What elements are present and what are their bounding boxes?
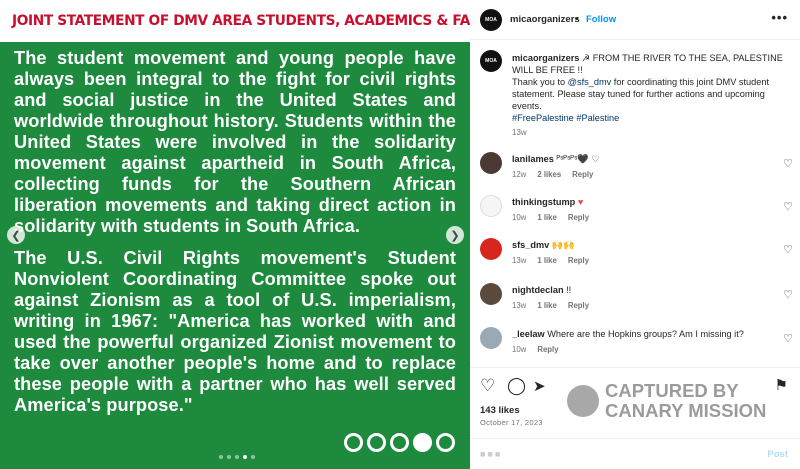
reply-button[interactable]: Reply (568, 301, 589, 310)
carousel-dot (219, 455, 223, 459)
avatar[interactable]: MOA (480, 9, 502, 31)
caption-username[interactable]: micaorganizers (512, 53, 579, 63)
header-separator: • (575, 14, 579, 25)
avatar[interactable] (480, 327, 502, 349)
comment-likes[interactable]: 1 like (537, 213, 557, 222)
slide-circle (344, 433, 363, 452)
comment-meta: 13w 1 like Reply (512, 256, 600, 265)
banner-title: JOINT STATEMENT OF DMV AREA STUDENTS, AC… (12, 12, 470, 29)
comment-body: lanilames ᴾˢᴾˢᴾˢ🖤 ♡ (512, 154, 600, 165)
watermark-line-2: CANARY MISSION (605, 400, 767, 421)
carousel-dots (219, 455, 255, 459)
statement-paragraph-1: The student movement and young people ha… (14, 48, 456, 236)
carousel-next-button[interactable]: ❯ (446, 226, 464, 244)
comment-body: nightdeclan !! (512, 285, 571, 295)
comment-time: 10w (512, 213, 527, 222)
comment: lanilames ᴾˢᴾˢᴾˢ🖤 ♡ 12w 2 likes Reply ♡ (480, 152, 795, 186)
caption-timestamp: 13w (512, 128, 527, 137)
carousel-dot (235, 455, 239, 459)
emoji-icon[interactable]: ■■■ (480, 449, 502, 459)
comment-time: 12w (512, 170, 527, 179)
header-username[interactable]: micaorganizers (510, 14, 580, 25)
comment-meta: 10w 1 like Reply (512, 213, 600, 222)
comment-time: 10w (512, 345, 527, 354)
post-header: MOA micaorganizers • Follow ••• (470, 0, 800, 40)
avatar[interactable] (480, 195, 502, 217)
follow-button[interactable]: Follow (586, 14, 616, 25)
canary-bird-icon (567, 385, 599, 417)
comment-likes[interactable]: 1 like (537, 301, 557, 310)
avatar[interactable] (480, 283, 502, 305)
carousel-dot-active (243, 455, 247, 459)
comment-time: 13w (512, 256, 527, 265)
watermark-line-1: CAPTURED BY (605, 380, 739, 401)
caption-line-2-prefix: Thank you to (512, 77, 568, 87)
comment: thinkingstump ♥ 10w 1 like Reply ♡ (480, 195, 795, 229)
comment-body: thinkingstump ♥ (512, 197, 583, 207)
likes-count[interactable]: 143 likes (480, 405, 520, 416)
comment-text: 🙌🙌 (551, 240, 575, 250)
avatar[interactable] (480, 152, 502, 174)
more-options-icon[interactable]: ••• (771, 10, 788, 25)
slide-circle (390, 433, 409, 452)
comment-icon[interactable]: ◯ (507, 376, 526, 396)
comment-username[interactable]: nightdeclan (512, 285, 564, 295)
caption-text: micaorganizers ☭ FROM THE RIVER TO THE S… (512, 52, 792, 124)
comment-text: !! (566, 285, 572, 295)
comment-meta: 10w Reply (512, 345, 570, 354)
heart-icon[interactable]: ♡ (783, 243, 793, 256)
carousel-dot (251, 455, 255, 459)
comment-username[interactable]: lanilames (512, 154, 554, 164)
comment-time: 13w (512, 301, 527, 310)
comment-likes[interactable]: 2 likes (537, 170, 561, 179)
share-icon[interactable]: ➤ (533, 377, 546, 395)
avatar-text: MOA (485, 57, 497, 64)
comment-username[interactable]: sfs_dmv (512, 240, 549, 250)
slide-circle-active (413, 433, 432, 452)
comment: nightdeclan !! 13w 1 like Reply ♡ (480, 283, 795, 317)
chevron-left-icon: ❮ (11, 229, 21, 242)
heart-icon[interactable]: ♡ (783, 332, 793, 345)
statement-paragraph-2: The U.S. Civil Rights movement's Student… (14, 248, 456, 415)
comment-text: ♥ (577, 197, 584, 207)
carousel-dot (227, 455, 231, 459)
comment: sfs_dmv 🙌🙌 13w 1 like Reply ♡ (480, 238, 795, 272)
slide-circle (367, 433, 386, 452)
caption-mention-link[interactable]: @sfs_dmv (568, 77, 612, 87)
heart-icon[interactable]: ♡ (783, 200, 793, 213)
watermark: CAPTURED BY CANARY MISSION (567, 381, 787, 421)
comment: _leelaw Where are the Hopkins groups? Am… (480, 327, 795, 361)
comment-meta: 12w 2 likes Reply (512, 170, 604, 179)
add-comment-row: ■■■ Post (470, 438, 800, 469)
reply-button[interactable]: Reply (572, 170, 593, 179)
heart-icon[interactable]: ♡ (480, 376, 495, 396)
heart-icon[interactable]: ♡ (783, 157, 793, 170)
post-image: JOINT STATEMENT OF DMV AREA STUDENTS, AC… (0, 0, 470, 469)
comment-username[interactable]: thinkingstump (512, 197, 575, 207)
post-comment-button[interactable]: Post (767, 449, 788, 460)
comment-body: _leelaw Where are the Hopkins groups? Am… (512, 329, 744, 339)
comment-text: ᴾˢᴾˢᴾˢ🖤 ♡ (556, 154, 600, 164)
statement-banner: JOINT STATEMENT OF DMV AREA STUDENTS, AC… (0, 0, 470, 42)
comment-text: Where are the Hopkins groups? Am I missi… (547, 329, 744, 339)
avatar[interactable]: MOA (480, 50, 502, 72)
slide-circle (436, 433, 455, 452)
comment-body: sfs_dmv 🙌🙌 (512, 240, 575, 251)
comment-likes[interactable]: 1 like (537, 256, 557, 265)
comment-username[interactable]: _leelaw (512, 329, 545, 339)
avatar-text: MOA (485, 16, 497, 23)
slide-indicator-circles (344, 433, 455, 452)
avatar[interactable] (480, 238, 502, 260)
chevron-right-icon: ❯ (450, 229, 460, 242)
reply-button[interactable]: Reply (537, 345, 558, 354)
reply-button[interactable]: Reply (568, 256, 589, 265)
post-date: October 17, 2023 (480, 418, 543, 427)
carousel-prev-button[interactable]: ❮ (7, 226, 25, 244)
watermark-text: CAPTURED BY CANARY MISSION (605, 381, 766, 421)
reply-button[interactable]: Reply (568, 213, 589, 222)
heart-icon[interactable]: ♡ (783, 288, 793, 301)
comment-meta: 13w 1 like Reply (512, 301, 600, 310)
caption-hashtags[interactable]: #FreePalestine #Palestine (512, 112, 792, 124)
